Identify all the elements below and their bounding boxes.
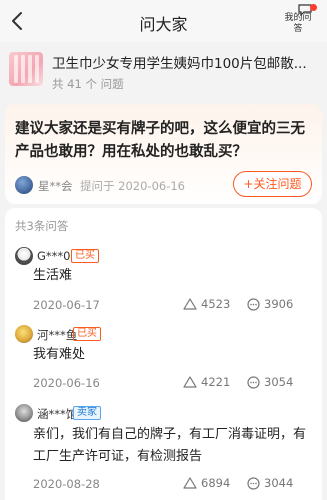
thumbs-up-icon xyxy=(183,477,197,489)
avatar xyxy=(15,247,33,265)
comment-button[interactable]: 3906 xyxy=(247,297,293,311)
notification-dot xyxy=(310,4,317,11)
answer-username: G***0 xyxy=(37,249,71,263)
top-nav-bar: 问大家 我的问答 xyxy=(0,0,327,42)
comment-count: 3044 xyxy=(264,476,294,490)
avatar xyxy=(15,325,33,343)
comment-count: 3054 xyxy=(264,375,294,389)
avatar xyxy=(15,404,33,422)
page-title: 问大家 xyxy=(139,15,188,34)
answer-text: 亲们，我们有自己的牌子，有工厂消毒证明，有工厂生产许可证，有检测报告 xyxy=(33,427,307,464)
comment-icon xyxy=(247,375,260,389)
answer-date: 2020-06-16 xyxy=(33,376,100,390)
asker-avatar xyxy=(15,176,33,194)
like-button[interactable]: 4523 xyxy=(183,297,230,311)
answer-text: 生活难 xyxy=(33,268,73,283)
question-card: 建议大家还是买有牌子的吧，这么便宜的三无产品也敢用？用在私处的也敢乱买？ 星**… xyxy=(5,104,322,204)
comment-icon xyxy=(247,297,260,311)
question-count: 共 41 个 问题 xyxy=(52,77,124,91)
asked-date: 提问于 2020-06-16 xyxy=(80,179,185,193)
answer-text: 我有难处 xyxy=(33,347,86,362)
question-text: 建议大家还是买有牌子的吧，这么便宜的三无产品也敢用？用在私处的也敢乱买？ xyxy=(15,121,305,160)
bought-badge: 已买 xyxy=(71,249,99,263)
bought-badge: 已买 xyxy=(73,327,101,341)
thumbs-up-icon xyxy=(183,298,197,310)
follow-question-button[interactable]: +关注问题 xyxy=(233,171,312,197)
answers-panel: 共3条问答 G***0 已买 生活难 2020-06-17 4523 3906 … xyxy=(5,208,322,500)
like-button[interactable]: 6894 xyxy=(183,476,230,490)
like-count: 4221 xyxy=(201,375,231,389)
comment-icon xyxy=(247,476,260,490)
answer-username: 涵***馆 xyxy=(37,407,78,421)
answer-date: 2020-08-28 xyxy=(33,477,100,491)
answer-username: 河***鱼 xyxy=(37,328,78,342)
like-button[interactable]: 4221 xyxy=(183,375,230,389)
thumbs-up-icon xyxy=(183,376,197,388)
product-summary[interactable]: 卫生巾少女专用学生姨妈巾100片包邮散... 共 41 个 问题 xyxy=(0,42,327,104)
product-title: 卫生巾少女专用学生姨妈巾100片包邮散... xyxy=(52,56,307,72)
answer-date: 2020-06-17 xyxy=(33,298,100,312)
my-questions-label: 我的问答 xyxy=(284,13,312,34)
asker-name: 星**会 xyxy=(38,179,73,193)
product-thumbnail xyxy=(9,52,43,86)
comment-button[interactable]: 3044 xyxy=(247,476,293,490)
comment-count: 3906 xyxy=(264,297,294,311)
like-count: 4523 xyxy=(201,297,231,311)
answers-count: 共3条问答 xyxy=(15,219,69,233)
comment-button[interactable]: 3054 xyxy=(247,375,293,389)
my-questions-button[interactable]: 我的问答 xyxy=(281,4,317,40)
like-count: 6894 xyxy=(201,476,231,490)
seller-badge: 卖家 xyxy=(73,406,101,420)
